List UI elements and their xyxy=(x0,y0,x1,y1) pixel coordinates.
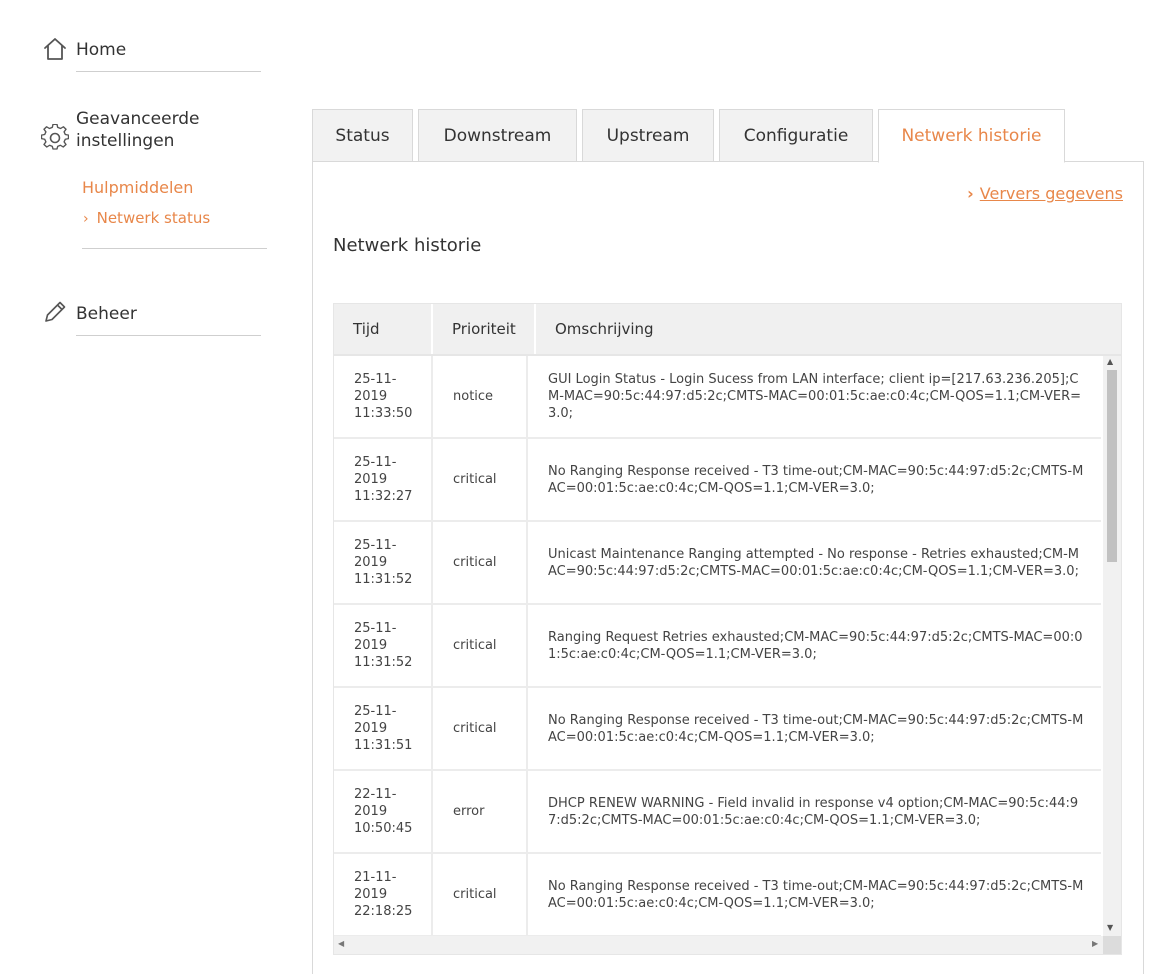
tab-upstream[interactable]: Upstream xyxy=(582,109,714,161)
divider xyxy=(82,248,267,249)
tab-panel: › Ververs gegevens Netwerk historie Tijd … xyxy=(312,161,1144,974)
table-row: 21-11- 2019 22:18:25 critical No Ranging R… xyxy=(334,854,1101,937)
column-header-time[interactable]: Tijd xyxy=(334,304,433,354)
table-row: 25-11- 2019 11:32:27 critical No Ranging R… xyxy=(334,439,1101,522)
cell-priority: notice xyxy=(433,356,528,437)
sidebar-item-label: Netwerk status xyxy=(96,209,211,227)
table-row: 25-11- 2019 11:33:50 notice GUI Login Stat… xyxy=(334,356,1101,439)
gear-icon xyxy=(41,124,69,150)
cell-description: No Ranging Response received - T3 time-o… xyxy=(548,712,1084,745)
sidebar-item-label: instellingen xyxy=(76,131,175,151)
cell-description: No Ranging Response received - T3 time-o… xyxy=(548,463,1084,496)
home-icon xyxy=(44,38,66,60)
table-row: 25-11- 2019 11:31:52 critical Ranging Requ… xyxy=(334,605,1101,688)
column-header-priority[interactable]: Prioriteit xyxy=(433,304,536,354)
sidebar-item-label: Geavanceerde xyxy=(76,109,200,129)
sidebar-item-manage[interactable]: Beheer xyxy=(40,298,262,338)
cell-description: No Ranging Response received - T3 time-o… xyxy=(548,878,1084,911)
refresh-data-link[interactable]: › Ververs gegevens xyxy=(967,184,1123,203)
scrollbar-thumb[interactable] xyxy=(1107,370,1117,562)
cell-priority: error xyxy=(433,771,528,852)
cell-description: GUI Login Status - Login Sucess from LAN… xyxy=(548,372,1082,421)
scroll-left-icon[interactable]: ◀ xyxy=(338,939,344,948)
horizontal-scrollbar[interactable]: ◀ ▶ xyxy=(334,936,1103,954)
table-body[interactable]: 25-11- 2019 11:33:50 notice GUI Login Stat… xyxy=(333,355,1122,955)
scroll-up-icon[interactable]: ▲ xyxy=(1107,357,1113,366)
sidebar-section-heading[interactable]: Hulpmiddelen xyxy=(82,178,193,197)
tab-status[interactable]: Status xyxy=(312,109,413,161)
scroll-down-icon[interactable]: ▼ xyxy=(1107,923,1113,932)
table-header: Tijd Prioriteit Omschrijving xyxy=(333,303,1122,355)
tab-configuratie[interactable]: Configuratie xyxy=(719,109,873,161)
tab-downstream[interactable]: Downstream xyxy=(418,109,577,161)
refresh-data-label: Ververs gegevens xyxy=(979,184,1123,203)
table-row: 25-11- 2019 11:31:51 critical No Ranging R… xyxy=(334,688,1101,771)
cell-time: 25-11- 2019 11:31:51 xyxy=(334,688,433,769)
cell-time: 25-11- 2019 11:32:27 xyxy=(334,439,433,520)
cell-time: 25-11- 2019 11:31:52 xyxy=(334,522,433,603)
cell-time: 25-11- 2019 11:33:50 xyxy=(334,356,433,437)
cell-description: Ranging Request Retries exhausted;CM-MAC… xyxy=(548,629,1083,662)
cell-time: 21-11- 2019 22:18:25 xyxy=(334,854,433,935)
sidebar-item-home[interactable]: Home xyxy=(40,34,262,74)
table-row: 22-11- 2019 10:50:45 error DHCP RENEW WARN… xyxy=(334,771,1101,854)
cell-priority: critical xyxy=(433,439,528,520)
sidebar-item-network-status[interactable]: › Netwerk status xyxy=(83,209,210,227)
sidebar-item-label: Beheer xyxy=(76,304,137,324)
sidebar-item-advanced-settings[interactable]: Geavanceerde instellingen xyxy=(40,108,262,158)
table-row: 25-11- 2019 11:31:52 critical Unicast Main… xyxy=(334,522,1101,605)
divider xyxy=(76,71,261,72)
pencil-icon xyxy=(45,301,66,322)
column-header-description[interactable]: Omschrijving xyxy=(536,304,1121,354)
cell-description: DHCP RENEW WARNING - Field invalid in re… xyxy=(548,795,1079,828)
cell-priority: critical xyxy=(433,854,528,935)
scroll-right-icon[interactable]: ▶ xyxy=(1092,939,1098,948)
chevron-right-icon: › xyxy=(967,184,974,203)
cell-priority: critical xyxy=(433,522,528,603)
cell-description: Unicast Maintenance Ranging attempted - … xyxy=(548,546,1079,579)
vertical-scrollbar[interactable]: ▲ ▼ xyxy=(1103,356,1121,937)
sidebar-item-label: Home xyxy=(76,40,127,60)
cell-priority: critical xyxy=(433,605,528,686)
cell-priority: critical xyxy=(433,688,528,769)
cell-time: 25-11- 2019 11:31:52 xyxy=(334,605,433,686)
scrollbar-corner xyxy=(1103,936,1121,954)
page-title: Netwerk historie xyxy=(333,235,482,256)
divider xyxy=(76,335,261,336)
tab-netwerk-historie[interactable]: Netwerk historie xyxy=(878,109,1065,163)
cell-time: 22-11- 2019 10:50:45 xyxy=(334,771,433,852)
chevron-right-icon: › xyxy=(83,211,89,227)
